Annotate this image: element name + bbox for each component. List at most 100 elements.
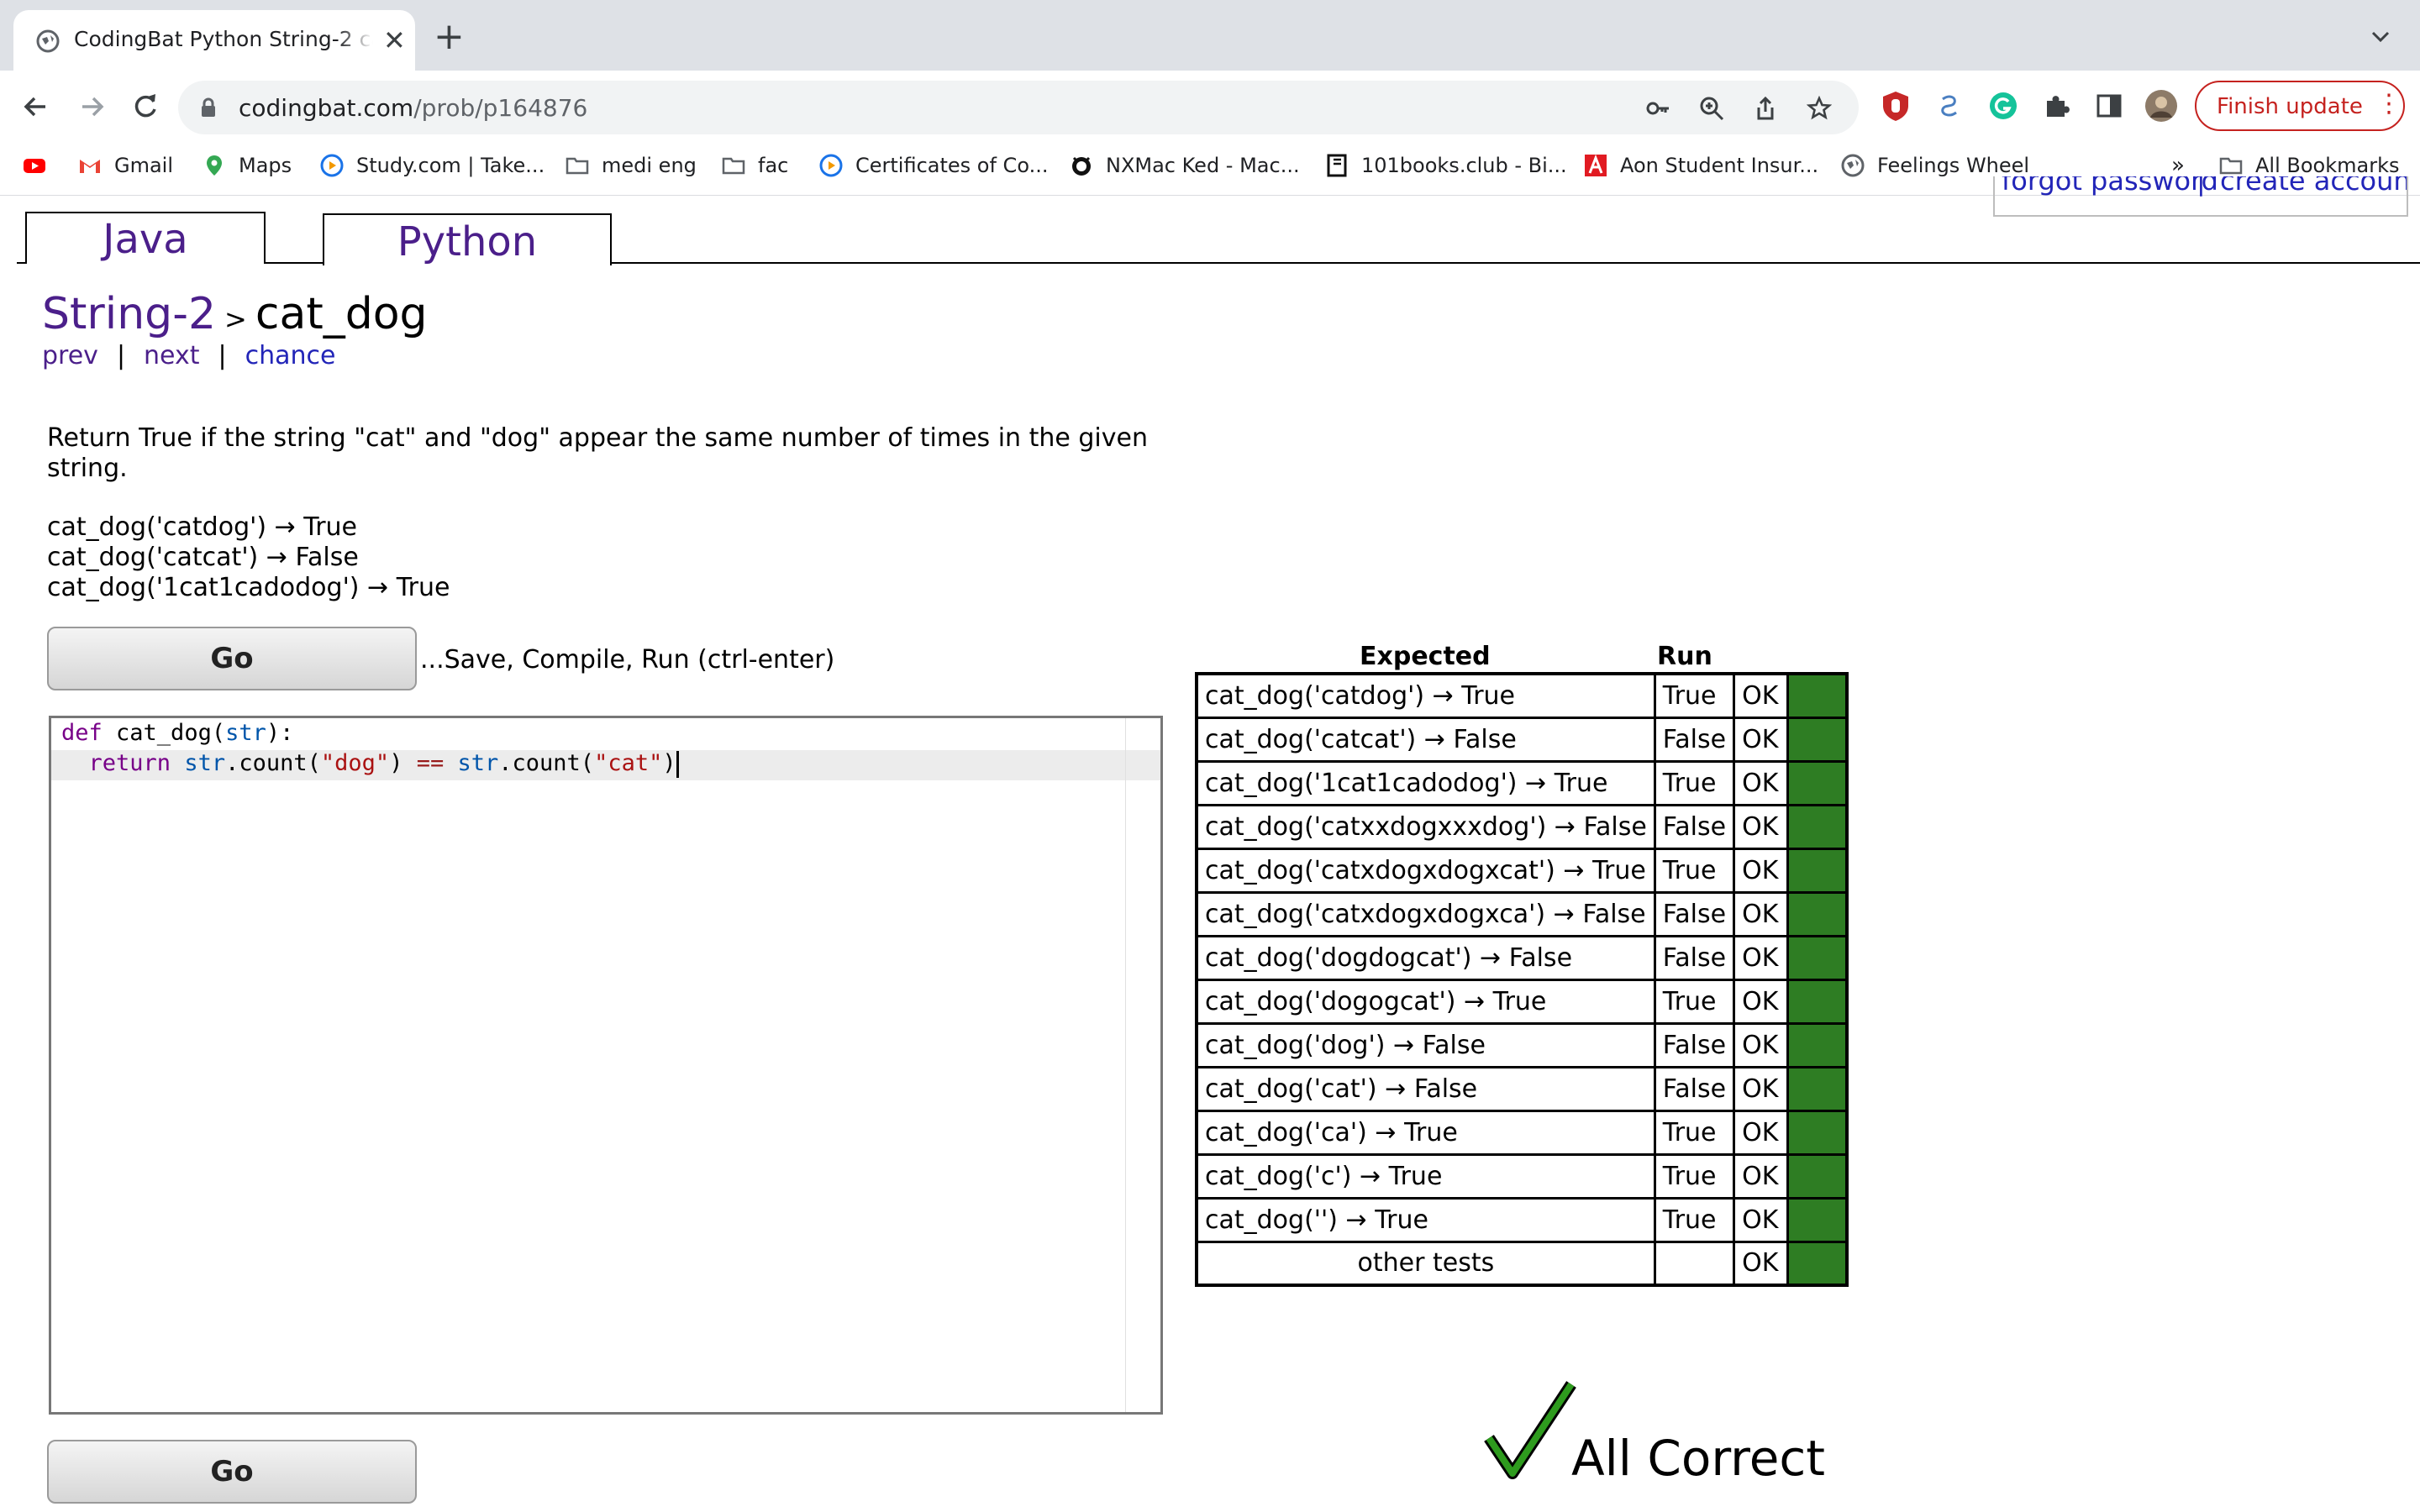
prev-link[interactable]: prev [42, 341, 98, 370]
account-links: forgot password | create account [1993, 176, 2408, 217]
results-row: cat_dog('catcat') → False False OK [1195, 716, 1849, 763]
code-line-1: def cat_dog(str): [61, 720, 294, 746]
key-icon[interactable] [1645, 96, 1670, 121]
reload-icon[interactable] [128, 89, 163, 124]
globe-icon [1841, 154, 1865, 177]
new-tab-button[interactable]: + [434, 18, 465, 55]
result-expected-cell: cat_dog('catxdogxdogxca') → False [1195, 890, 1656, 937]
result-pass-indicator [1786, 759, 1849, 806]
grammarly-icon[interactable] [1986, 89, 2020, 123]
results-row: cat_dog('1cat1cadodog') → True True OK [1195, 759, 1849, 806]
result-expected-cell: cat_dog('catcat') → False [1195, 716, 1656, 763]
results-row: cat_dog('') → True True OK [1195, 1196, 1849, 1243]
forgot-password-link[interactable]: forgot password [2002, 176, 2218, 197]
go-button-bottom[interactable]: Go [47, 1440, 417, 1504]
result-run-cell: False [1653, 890, 1736, 937]
play-circle-icon [320, 154, 344, 177]
extension-swirl-icon[interactable] [1933, 89, 1966, 123]
nxmac-icon [1072, 156, 1091, 176]
breadcrumb: String-2 > cat_dog [42, 289, 428, 339]
result-status-cell: OK [1733, 890, 1790, 937]
result-run-cell: True [1653, 1109, 1736, 1156]
more-menu-icon[interactable]: ⋮ [2376, 89, 2402, 118]
result-pass-indicator [1786, 672, 1849, 719]
results-row: cat_dog('dogogcat') → True True OK [1195, 978, 1849, 1025]
tab-close-icon[interactable]: ✕ [383, 25, 406, 55]
go-button-top[interactable]: Go [47, 627, 417, 690]
result-status-cell: OK [1733, 1152, 1790, 1200]
results-row: cat_dog('catdog') → True True OK [1195, 672, 1849, 719]
result-status-cell: OK [1733, 978, 1790, 1025]
problem-title: cat_dog [255, 289, 428, 339]
result-status-cell: OK [1733, 1021, 1790, 1068]
share-icon[interactable] [1753, 96, 1778, 121]
bookmark-nxmac[interactable]: NXMac Ked - Mac... [1069, 153, 1300, 183]
bookmark-study[interactable]: Study.com | Take... [319, 153, 544, 183]
results-row: cat_dog('cat') → False False OK [1195, 1065, 1849, 1112]
tab-java[interactable]: Java [25, 212, 266, 264]
chance-link[interactable]: chance [245, 341, 336, 370]
code-editor[interactable]: def cat_dog(str): return str.count("dog"… [49, 716, 1163, 1415]
example-line: cat_dog('1cat1cadodog') → True [47, 573, 450, 602]
save-hint: ...Save, Compile, Run (ctrl-enter) [420, 645, 835, 675]
puzzle-extensions-icon[interactable] [2040, 89, 2074, 123]
example-line: cat_dog('catdog') → True [47, 512, 357, 542]
address-bar[interactable]: codingbat.com/prob/p164876 [178, 81, 1859, 134]
browser-tab-active[interactable]: CodingBat Python String-2 cat_dog ✕ [13, 10, 415, 72]
result-pass-indicator [1786, 978, 1849, 1025]
bookmark-youtube[interactable] [22, 153, 59, 183]
side-panel-icon[interactable] [2092, 89, 2126, 123]
result-status-cell: OK [1733, 672, 1790, 719]
all-correct-text: All Correct [1571, 1430, 1826, 1487]
results-header-run: Run [1657, 642, 1712, 671]
aon-icon [1585, 154, 1607, 176]
results-table: cat_dog('catdog') → True True OK cat_dog('c… [1195, 672, 1849, 1287]
bookmark-folder-fac[interactable]: fac [721, 153, 788, 183]
result-pass-indicator [1786, 1152, 1849, 1200]
result-run-cell: True [1653, 759, 1736, 806]
results-row: cat_dog('dogdogcat') → False False OK [1195, 934, 1849, 981]
profile-avatar-icon[interactable] [2144, 89, 2178, 123]
result-run-cell: True [1653, 978, 1736, 1025]
link-separator: | [2196, 176, 2206, 197]
lock-icon[interactable] [200, 97, 217, 118]
result-run-cell: True [1653, 672, 1736, 719]
bookmark-certificates[interactable]: Certificates of Co... [818, 153, 1048, 183]
result-run-cell [1653, 1240, 1736, 1287]
result-expected-cell: cat_dog('c') → True [1195, 1152, 1656, 1200]
result-expected-cell: cat_dog('') → True [1195, 1196, 1656, 1243]
create-account-link[interactable]: create account [2220, 176, 2407, 197]
result-run-cell: True [1653, 1152, 1736, 1200]
result-run-cell: False [1653, 1021, 1736, 1068]
results-row: other tests OK [1195, 1240, 1849, 1287]
results-row: cat_dog('catxdogxdogxca') → False False OK [1195, 890, 1849, 937]
forward-arrow-icon[interactable] [74, 89, 109, 124]
bookmark-star-icon[interactable] [1807, 96, 1832, 121]
example-line: cat_dog('catcat') → False [47, 543, 359, 572]
all-correct-banner: All Correct [1484, 1379, 1825, 1487]
finish-update-button[interactable]: Finish update ⋮ [2195, 81, 2405, 131]
result-expected-cell: other tests [1195, 1240, 1656, 1287]
bookmark-101books[interactable]: 101books.club - Bi... [1324, 153, 1567, 183]
bookmark-gmail[interactable]: Gmail [77, 153, 173, 183]
result-run-cell: False [1653, 934, 1736, 981]
back-arrow-icon[interactable] [18, 89, 54, 124]
chevron-down-icon[interactable] [2366, 24, 2395, 49]
ublock-extension-icon[interactable] [1879, 89, 1912, 123]
zoom-icon[interactable] [1699, 96, 1724, 121]
result-pass-indicator [1786, 847, 1849, 894]
tab-title: CodingBat Python String-2 cat_dog [74, 27, 373, 51]
results-header-expected: Expected [1360, 642, 1491, 671]
result-expected-cell: cat_dog('catdog') → True [1195, 672, 1656, 719]
bookmark-maps[interactable]: Maps [202, 153, 292, 183]
bookmark-folder-medi-eng[interactable]: medi eng [565, 153, 697, 183]
result-status-cell: OK [1733, 759, 1790, 806]
breadcrumb-section-link[interactable]: String-2 [42, 289, 216, 339]
next-link[interactable]: next [144, 341, 199, 370]
result-pass-indicator [1786, 1240, 1849, 1287]
tab-python[interactable]: Python [323, 213, 612, 265]
play-circle-icon [819, 154, 843, 177]
bookmark-aon[interactable]: Aon Student Insur... [1583, 153, 1818, 183]
result-pass-indicator [1786, 1065, 1849, 1112]
result-expected-cell: cat_dog('1cat1cadodog') → True [1195, 759, 1656, 806]
